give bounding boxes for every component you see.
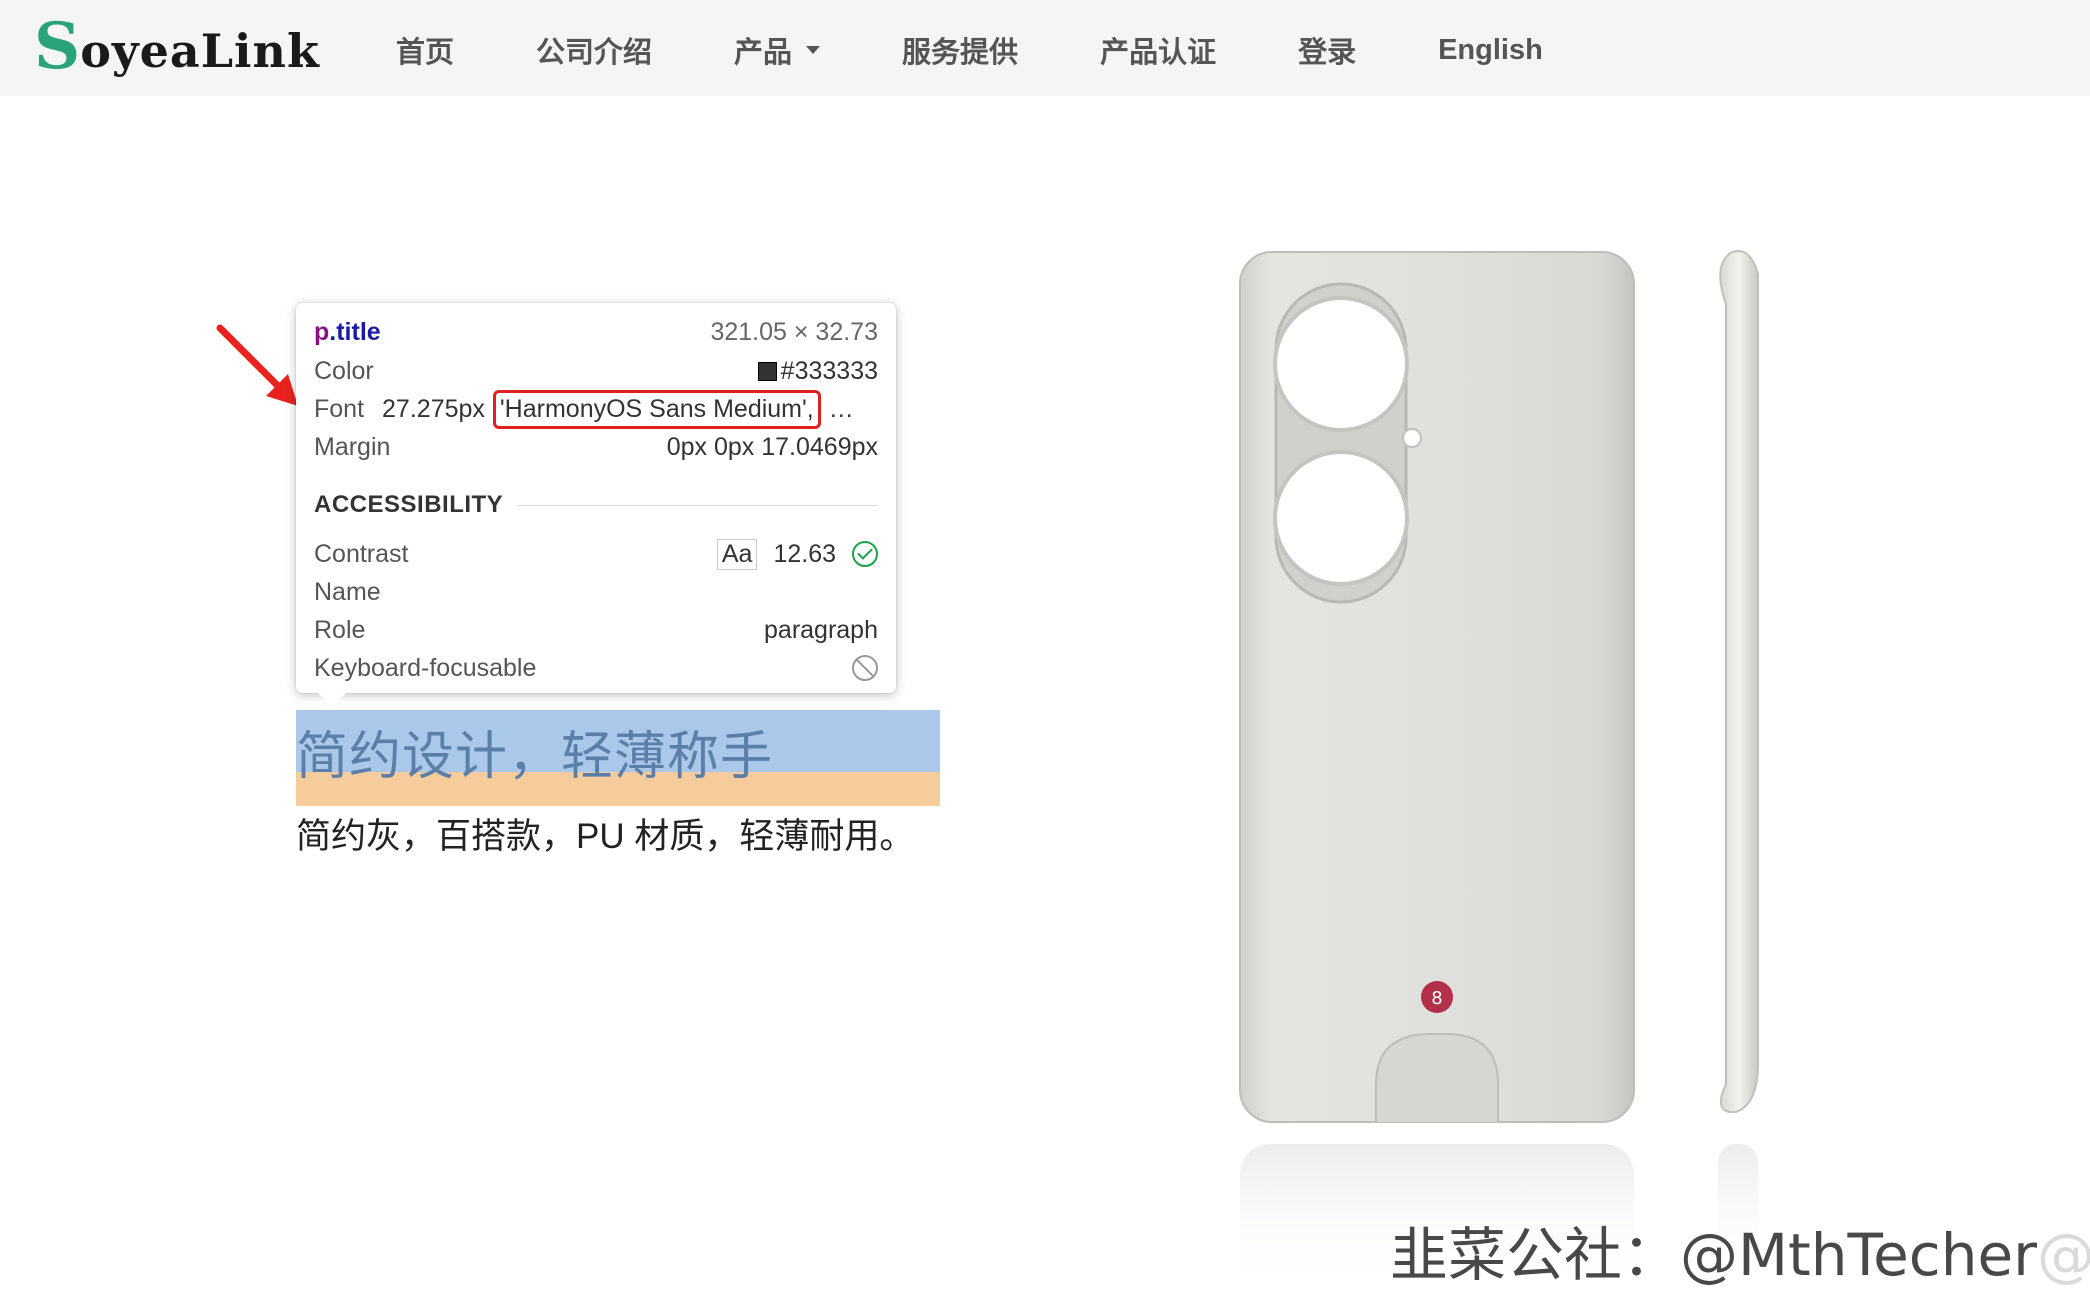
logo-wordmark: oyeaLink — [80, 24, 320, 78]
nav-services[interactable]: 服务提供 — [902, 29, 1018, 71]
keyboard-row: Keyboard-focusable — [314, 651, 878, 685]
name-label: Name — [314, 577, 381, 606]
color-swatch-icon — [757, 361, 777, 381]
nav-english[interactable]: English — [1438, 34, 1543, 67]
title-highlight: 简约设计，轻薄称手 — [296, 710, 940, 806]
main-nav: 首页 公司介绍 产品 服务提供 产品认证 登录 English — [396, 0, 1625, 100]
phone-case-image: 8 — [1239, 250, 1759, 1294]
red-arrow-icon — [216, 324, 298, 406]
keyboard-label: Keyboard-focusable — [314, 653, 537, 682]
chevron-down-icon — [806, 46, 821, 54]
contrast-value: 12.63 — [773, 539, 836, 568]
color-label: Color — [314, 356, 374, 385]
watermark: 韭菜公社：@MthTecher@成都艺福 — [1390, 1221, 2090, 1289]
product-title: 简约设计，轻薄称手 — [296, 728, 774, 786]
role-row: Role paragraph — [314, 613, 878, 647]
accessibility-heading: ACCESSIBILITY — [314, 491, 878, 519]
role-value: paragraph — [764, 615, 878, 644]
check-circle-icon — [852, 541, 878, 567]
color-row: Color #333333 — [314, 354, 878, 388]
name-row: Name — [314, 575, 878, 609]
role-label: Role — [314, 615, 366, 644]
nav-company[interactable]: 公司介绍 — [536, 29, 652, 71]
nav-login[interactable]: 登录 — [1298, 29, 1356, 71]
font-size-value: 27.275px — [382, 394, 485, 423]
nav-products[interactable]: 产品 — [734, 29, 821, 71]
margin-value: 0px 0px 17.0469px — [666, 432, 878, 461]
contrast-row: Contrast Aa 12.63 — [314, 537, 878, 571]
font-name-highlight: 'HarmonyOS Sans Medium', — [492, 389, 821, 429]
element-dimensions: 321.05 × 32.73 — [710, 317, 878, 346]
svg-text:8: 8 — [1431, 988, 1442, 1009]
element-selector: p.title — [314, 317, 381, 346]
tooltip-pointer — [318, 693, 346, 707]
brand-logo[interactable]: S oyeaLink — [34, 12, 320, 82]
not-focusable-icon — [852, 655, 878, 681]
contrast-label: Contrast — [314, 539, 409, 568]
color-value: #333333 — [780, 356, 878, 385]
tooltip-header: p.title 321.05 × 32.73 — [314, 315, 878, 349]
nav-certification[interactable]: 产品认证 — [1100, 29, 1216, 71]
inspector-tooltip: p.title 321.05 × 32.73 Color #333333 Fon… — [296, 303, 896, 707]
logo-letter-s: S — [34, 9, 81, 84]
margin-label: Margin — [314, 432, 391, 461]
top-navbar: S oyeaLink 首页 公司介绍 产品 服务提供 产品认证 登录 Engli… — [0, 0, 2090, 96]
contrast-sample: Aa — [716, 538, 758, 570]
nav-home[interactable]: 首页 — [396, 29, 454, 71]
font-more: … — [828, 394, 854, 423]
font-label: Font — [314, 394, 365, 423]
font-row: Font 27.275px 'HarmonyOS Sans Medium', … — [314, 389, 878, 429]
product-subtitle: 简约灰，百搭款，PU 材质，轻薄耐用。 — [296, 817, 915, 856]
margin-row: Margin 0px 0px 17.0469px — [314, 430, 878, 464]
